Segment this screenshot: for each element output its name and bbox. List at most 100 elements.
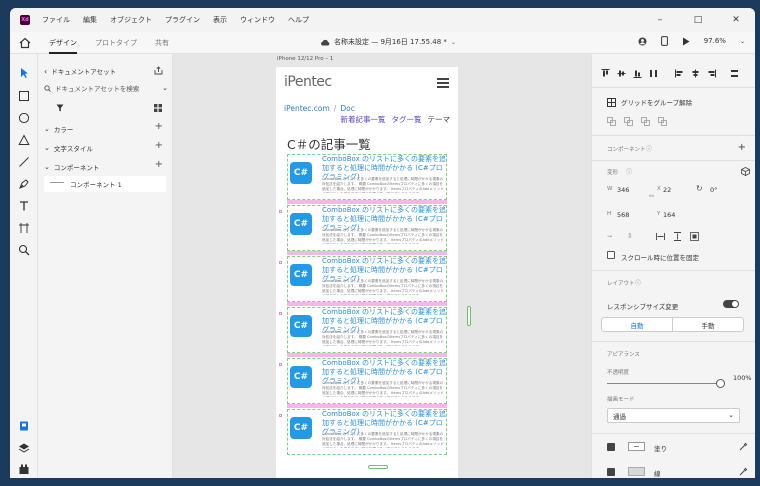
3d-transform-icon[interactable] [741,167,750,176]
boolean-intersect-icon[interactable] [641,117,650,126]
info-icon[interactable]: ⓘ [626,167,632,176]
tab-share[interactable]: 共有 [155,38,169,48]
align-center-icon[interactable] [691,69,700,78]
list-item[interactable]: C# ComboBox のリストに多くの要素を追加すると処理に時間がかかる (C… [287,358,447,409]
resize-handle-bottom[interactable] [368,465,388,469]
info-icon[interactable]: ⓘ [646,144,652,153]
nav-themes[interactable]: テーマ [428,114,451,125]
menu-plugins[interactable]: プラグイン [165,15,200,25]
resize-height-icon[interactable] [673,232,682,241]
align-right-icon[interactable] [707,69,716,78]
add-character-style-icon[interactable]: + [155,140,163,151]
align-left-icon[interactable] [675,69,684,78]
mobile-preview-icon[interactable] [660,36,668,46]
flip-vertical-icon[interactable]: ⇕ [627,232,633,240]
align-middle-icon[interactable] [617,69,626,78]
filter-icon[interactable] [56,104,64,112]
line-tool-icon[interactable] [18,156,30,168]
menu-edit[interactable]: 編集 [83,15,97,25]
padding-handle[interactable] [279,414,282,417]
ungroup-grid-button[interactable]: グリッドをグループ解除 [607,97,692,107]
padding-handle[interactable] [279,210,282,213]
menu-window[interactable]: ウィンドウ [240,15,275,25]
assets-header[interactable]: ‹ ドキュメントアセット [44,66,116,77]
zoom-level[interactable]: 97.6% [704,37,726,45]
minimize-icon[interactable]: – [641,8,679,32]
padding-handle[interactable] [279,363,282,366]
add-component-icon[interactable]: + [155,159,163,170]
list-item[interactable]: C# ComboBox のリストに多くの要素を追加すると処理に時間がかかる (C… [287,409,447,460]
ellipse-tool-icon[interactable] [18,112,30,124]
tab-design[interactable]: デザイン [49,38,77,54]
section-colors[interactable]: ⌄ カラー [44,124,73,134]
width-value[interactable]: 346 [617,186,629,194]
list-item[interactable]: C# ComboBox のリストに多くの要素を追加すると処理に時間がかかる (C… [287,307,447,358]
hamburger-menu-icon[interactable] [437,78,449,88]
blend-mode-select[interactable]: 通過 ⌄ [607,408,740,423]
component-list-item[interactable]: コンポーネント 1 [44,176,166,192]
eyedropper-icon[interactable] [739,467,748,476]
artboard-tool-icon[interactable] [18,222,30,234]
flip-icon[interactable]: ⇝ [607,233,612,240]
resize-mode-auto[interactable]: 自動 [602,318,673,331]
lock-aspect-icon[interactable]: ⚯ [649,193,654,200]
add-color-icon[interactable]: + [155,121,163,132]
resize-handle-right[interactable] [467,306,471,326]
fill-checkbox[interactable] [607,443,615,451]
zoom-tool-icon[interactable] [18,244,30,256]
boolean-add-icon[interactable] [607,117,616,126]
chevron-left-icon[interactable]: ‹ [44,67,47,76]
account-icon[interactable] [638,37,647,46]
artboard[interactable]: iPentec iPentec.com / Doc 新着記事一覧 タグ一覧 テーマ … [276,67,458,478]
x-value[interactable]: 22 [663,186,671,194]
breadcrumb-doc[interactable]: Doc [340,104,355,113]
distribute-horizontal-icon[interactable] [730,69,739,78]
fix-on-scroll-checkbox[interactable] [607,251,615,259]
fit-content-icon[interactable] [690,232,699,241]
menu-file[interactable]: ファイル [42,15,70,25]
opacity-slider-knob[interactable] [716,379,725,388]
home-icon[interactable] [19,37,31,49]
polygon-tool-icon[interactable] [18,134,30,146]
section-components[interactable]: ⌄ コンポーネント [44,162,99,172]
assets-panel-icon[interactable] [18,420,30,432]
y-value[interactable]: 164 [663,211,675,219]
list-item[interactable]: C# ComboBox のリストに多くの要素を追加すると処理に時間がかかる (C… [287,154,447,205]
opacity-slider-track[interactable] [607,383,719,384]
padding-handle[interactable] [279,312,282,315]
list-item[interactable]: C# ComboBox のリストに多くの要素を追加すると処理に時間がかかる (C… [287,205,447,256]
artboard-label[interactable]: iPhone 12/12 Pro – 1 [277,56,333,62]
menu-object[interactable]: オブジェクト [110,15,152,25]
close-icon[interactable]: ✕ [717,8,755,32]
share-icon[interactable] [154,66,163,75]
pen-tool-icon[interactable] [18,178,30,190]
fill-color-swatch[interactable] [628,442,645,451]
play-icon[interactable] [682,37,690,46]
document-title[interactable]: 名称未設定 — 9月16日 17.55.48 * ⌄ [320,37,456,47]
info-icon[interactable]: ⓘ [635,278,641,287]
align-bottom-icon[interactable] [633,69,642,78]
layers-icon[interactable] [18,442,30,454]
section-character-styles[interactable]: ⌄ 文字スタイル [44,143,93,153]
nav-tags[interactable]: タグ一覧 [392,114,422,125]
maximize-icon[interactable]: □ [679,8,717,32]
boolean-subtract-icon[interactable] [624,117,633,126]
menu-help[interactable]: ヘルプ [288,15,309,25]
breadcrumb-home[interactable]: iPentec.com [284,104,330,113]
rotation-value[interactable]: 0° [710,186,717,194]
height-value[interactable]: 568 [617,211,629,219]
resize-width-icon[interactable] [656,232,665,241]
opacity-value[interactable]: 100% [733,374,752,382]
add-component-state-icon[interactable]: + [738,142,746,153]
padding-handle[interactable] [279,261,282,264]
boolean-exclude-icon[interactable] [658,117,667,126]
eyedropper-icon[interactable] [739,442,748,451]
border-checkbox[interactable] [607,468,615,476]
zoom-chevron-icon[interactable]: ⌄ [740,38,745,45]
distribute-vertical-icon[interactable] [649,69,658,78]
resize-mode-manual[interactable]: 手動 [673,318,743,331]
plugins-icon[interactable] [18,463,30,475]
list-item[interactable]: C# ComboBox のリストに多くの要素を追加すると処理に時間がかかる (C… [287,256,447,307]
responsive-resize-toggle[interactable] [723,300,739,308]
nav-new-articles[interactable]: 新着記事一覧 [341,114,386,125]
